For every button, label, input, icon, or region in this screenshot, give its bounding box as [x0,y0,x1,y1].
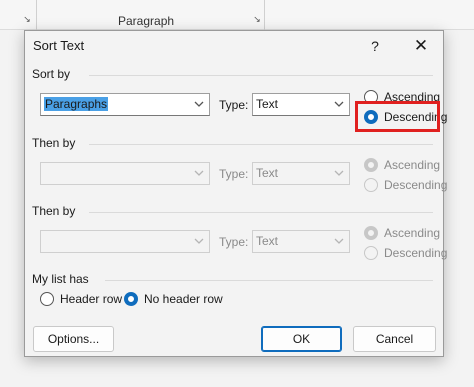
sort-by-label: Sort by [32,67,71,81]
then-by-type-dropdown[interactable]: Text [252,230,350,253]
then-by-label: Then by [32,204,76,218]
dialog-launcher-icon[interactable]: ↘ [22,14,32,24]
sort-text-dialog: Sort Text ? ✕ Sort by Paragraphs Type: T… [24,30,448,357]
then-by-type-label: Type: [219,235,249,249]
ascending-label: Ascending [384,158,441,172]
sort-by-field-value: Paragraphs [44,97,109,111]
sort-by-field-dropdown[interactable]: Paragraphs [40,93,210,116]
dialog-title: Sort Text [33,38,85,53]
chevron-down-icon [334,238,344,244]
dialog-launcher-icon[interactable]: ↘ [252,14,262,24]
sort-by-type-value: Text [256,97,279,111]
then-by-type-label: Type: [219,167,249,181]
chevron-down-icon [194,170,204,176]
radio-circle [364,178,378,192]
then-by-type-value: Text [256,234,279,248]
ribbon-divider [36,0,37,30]
section-divider [89,212,433,213]
section-divider [89,144,433,145]
chevron-down-icon [194,101,204,107]
chevron-down-icon [334,170,344,176]
radio-circle-checked [364,158,378,172]
radio-circle-checked [124,292,138,306]
help-icon[interactable]: ? [365,36,385,56]
options-button[interactable]: Options... [33,326,114,352]
radio-circle [40,292,54,306]
then-by-field-dropdown[interactable] [40,230,210,253]
then-by-label: Then by [32,136,76,150]
no-header-row-label: No header row [144,292,223,306]
dialog-titlebar[interactable]: Sort Text ? ✕ [25,31,443,61]
chevron-down-icon [194,238,204,244]
header-row-label: Header row [60,292,123,306]
sort-by-type-label: Type: [219,98,249,112]
radio-circle [364,246,378,260]
ribbon-group-label: Paragraph [118,14,175,28]
radio-circle-checked [364,226,378,240]
my-list-has-label: My list has [32,272,89,286]
descending-label: Descending [384,246,448,260]
then-by-type-dropdown[interactable]: Text [252,162,350,185]
ribbon-strip: ↘ Paragraph ↘ [0,0,474,30]
then-by-type-value: Text [256,166,279,180]
sort-by-type-dropdown[interactable]: Text [252,93,350,116]
ok-button[interactable]: OK [261,326,342,352]
annotation-highlight-box [355,101,440,132]
ribbon-divider [264,0,265,30]
then-by-field-dropdown[interactable] [40,162,210,185]
section-divider [89,75,433,76]
chevron-down-icon [334,101,344,107]
close-icon[interactable]: ✕ [409,35,433,57]
descending-label: Descending [384,178,448,192]
section-divider [105,280,433,281]
ascending-label: Ascending [384,226,441,240]
cancel-button[interactable]: Cancel [353,326,436,352]
